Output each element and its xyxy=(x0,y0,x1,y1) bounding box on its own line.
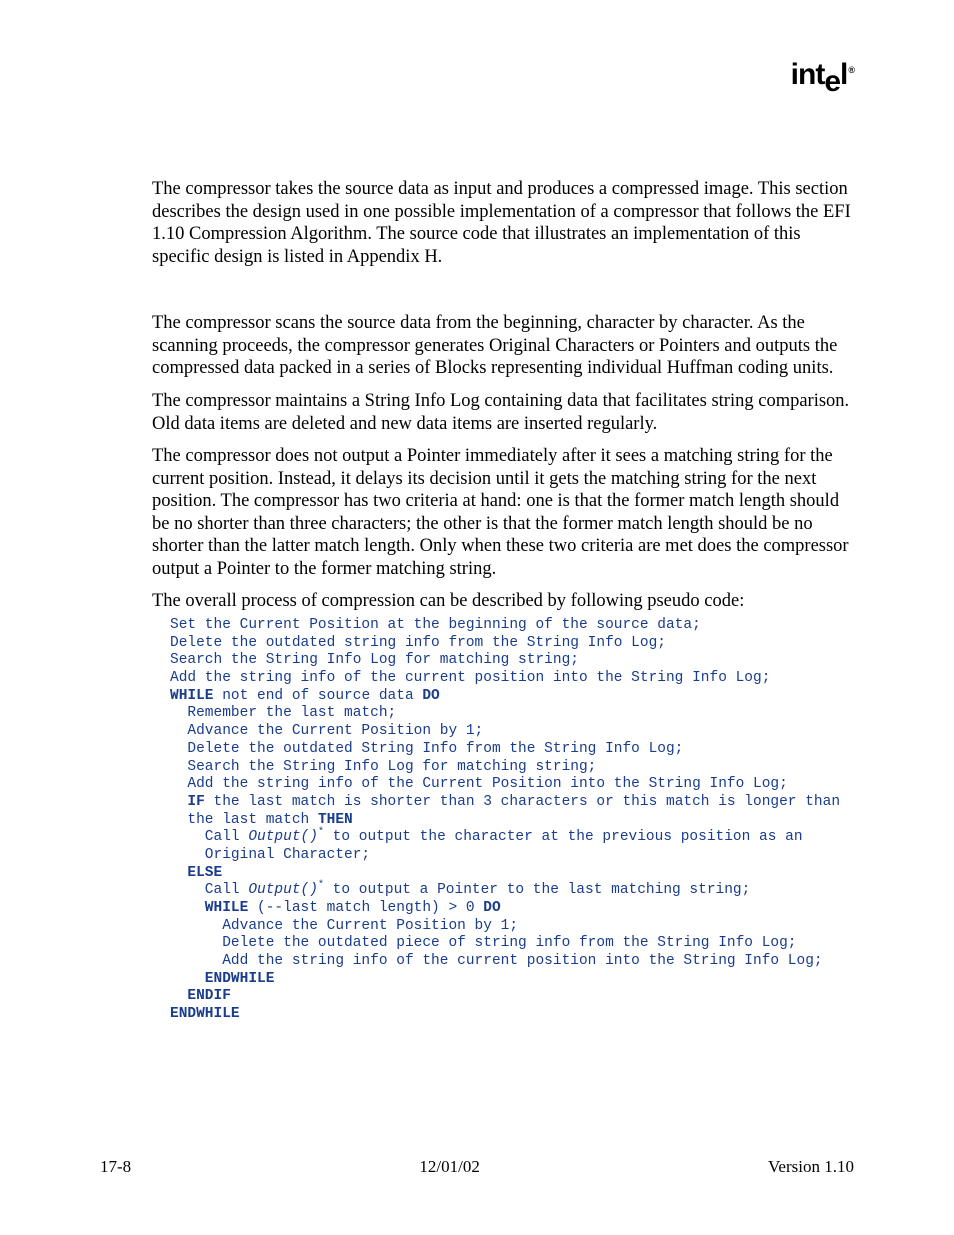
footer-version: Version 1.10 xyxy=(768,1157,854,1177)
page: intel® The compressor takes the source d… xyxy=(0,0,954,1235)
footer-page-number: 17-8 xyxy=(100,1157,131,1177)
paragraph-3: The compressor maintains a String Info L… xyxy=(152,390,854,435)
registered-mark: ® xyxy=(848,65,854,75)
paragraph-1: The compressor takes the source data as … xyxy=(152,178,854,268)
paragraph-5: The overall process of compression can b… xyxy=(152,590,854,613)
paragraph-4: The compressor does not output a Pointer… xyxy=(152,445,854,580)
pseudocode-block: Set the Current Position at the beginnin… xyxy=(170,617,854,1024)
intel-logo: intel® xyxy=(791,58,854,92)
page-footer: 17-8 12/01/02 Version 1.10 xyxy=(100,1157,854,1177)
page-content: The compressor takes the source data as … xyxy=(152,178,854,1024)
paragraph-2: The compressor scans the source data fro… xyxy=(152,312,854,380)
footer-date: 12/01/02 xyxy=(419,1157,479,1177)
